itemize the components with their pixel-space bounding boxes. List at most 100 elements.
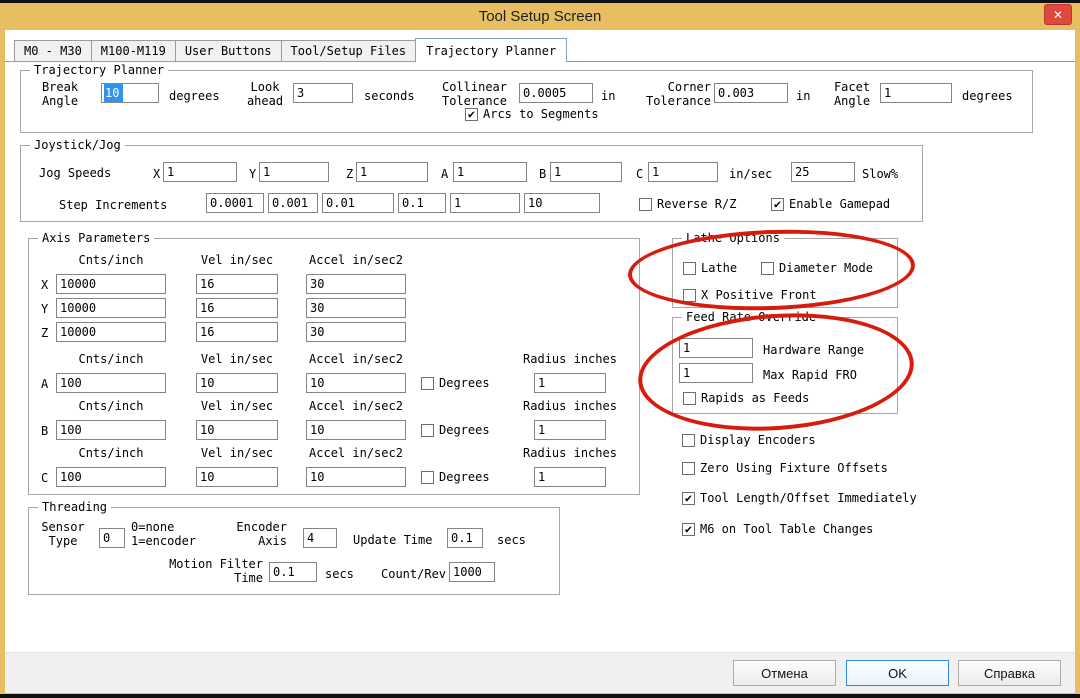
degrees-checkbox-c[interactable]: Degrees — [421, 470, 490, 484]
titlebar[interactable]: Tool Setup Screen — [0, 3, 1080, 30]
axis-c-label: C — [41, 471, 49, 485]
rapids-as-feeds-checkbox[interactable]: Rapids as Feeds — [683, 391, 809, 405]
axis-z-vel-input[interactable] — [196, 322, 278, 342]
jog-speed-z-input[interactable] — [356, 162, 428, 182]
vel-header: Vel in/sec — [200, 253, 274, 267]
axis-z-accel-input[interactable] — [306, 322, 406, 342]
m6-on-tool-table-changes-checkbox[interactable]: M6 on Tool Table Changes — [682, 522, 873, 536]
axis-x-vel-input[interactable] — [196, 274, 278, 294]
count-rev-input[interactable] — [449, 562, 495, 582]
axis-a-vel-input[interactable] — [196, 373, 278, 393]
lathe-options-group: Lathe Options Lathe Diameter Mode X Posi… — [672, 231, 898, 308]
lathe-checkbox[interactable]: Lathe — [683, 261, 737, 275]
footer-bar: Отмена OK Справка — [5, 652, 1075, 693]
jog-speed-y-input[interactable] — [259, 162, 329, 182]
axis-y-cnts-input[interactable] — [56, 298, 166, 318]
checkbox-box — [639, 197, 652, 211]
facet-angle-input[interactable] — [880, 83, 952, 103]
update-time-label: Update Time — [353, 533, 433, 547]
axis-a-label: A — [41, 377, 49, 391]
ok-button[interactable]: OK — [846, 660, 949, 686]
reverse-rz-checkbox[interactable]: Reverse R/Z — [639, 197, 736, 211]
axis-z-cnts-input[interactable] — [56, 322, 166, 342]
degrees-checkbox-a[interactable]: Degrees — [421, 376, 490, 390]
slow-percent-label: Slow% — [862, 167, 899, 181]
jog-speeds-unit: in/sec — [729, 167, 773, 181]
enable-gamepad-checkbox[interactable]: Enable Gamepad — [771, 197, 890, 211]
checkbox-label: Degrees — [439, 423, 490, 437]
accel-header: Accel in/sec2 — [309, 446, 403, 460]
group-title: Trajectory Planner — [30, 63, 169, 77]
update-time-input[interactable] — [447, 528, 483, 548]
axis-b-radius-input[interactable] — [534, 420, 606, 440]
x-positive-front-checkbox[interactable]: X Positive Front — [683, 288, 817, 302]
look-ahead-unit: seconds — [364, 89, 415, 103]
step-increment-3-input[interactable] — [322, 193, 394, 213]
axis-c-accel-input[interactable] — [306, 467, 406, 487]
jog-speed-x-input[interactable] — [163, 162, 237, 182]
help-button[interactable]: Справка — [958, 660, 1061, 686]
axis-a-accel-input[interactable] — [306, 373, 406, 393]
step-increment-1-input[interactable] — [206, 193, 264, 213]
axis-a-cnts-input[interactable] — [56, 373, 166, 393]
tab-m0-m30[interactable]: M0 - M30 — [14, 40, 92, 61]
max-rapid-fro-input[interactable] — [679, 363, 753, 383]
look-ahead-label: Look ahead — [246, 80, 284, 108]
motion-filter-time-input[interactable] — [269, 562, 317, 582]
slow-percent-input[interactable] — [791, 162, 855, 182]
axis-b-label: B — [41, 424, 49, 438]
jog-speed-a-input[interactable] — [453, 162, 527, 182]
axis-b-cnts-input[interactable] — [56, 420, 166, 440]
checkbox-box — [683, 261, 696, 275]
break-angle-input[interactable] — [101, 83, 159, 103]
axis-y-label: Y — [41, 302, 49, 316]
break-angle-unit: degrees — [169, 89, 220, 103]
checkbox-box — [761, 261, 774, 275]
tab-tool-setup-files[interactable]: Tool/Setup Files — [280, 40, 417, 61]
jog-axis-a-label: A — [441, 167, 449, 181]
hardware-range-input[interactable] — [679, 338, 753, 358]
window-title: Tool Setup Screen — [478, 8, 602, 25]
vel-header: Vel in/sec — [200, 399, 274, 413]
display-encoders-checkbox[interactable]: Display Encoders — [682, 433, 816, 447]
zero-using-fixture-offsets-checkbox[interactable]: Zero Using Fixture Offsets — [682, 461, 888, 475]
axis-c-cnts-input[interactable] — [56, 467, 166, 487]
axis-b-vel-input[interactable] — [196, 420, 278, 440]
jog-speed-b-input[interactable] — [550, 162, 622, 182]
tool-setup-window: Tool Setup Screen ✕ M0 - M30 M100-M119 U… — [0, 0, 1080, 698]
cnts-header: Cnts/inch — [78, 446, 144, 460]
diameter-mode-checkbox[interactable]: Diameter Mode — [761, 261, 873, 275]
accel-header: Accel in/sec2 — [309, 253, 403, 267]
look-ahead-input[interactable] — [293, 83, 353, 103]
tab-user-buttons[interactable]: User Buttons — [174, 40, 282, 61]
arcs-to-segments-checkbox[interactable]: Arcs to Segments — [465, 107, 599, 121]
axis-x-accel-input[interactable] — [306, 274, 406, 294]
tab-m100-m119[interactable]: M100-M119 — [90, 40, 176, 61]
collinear-tolerance-input[interactable] — [519, 83, 593, 103]
step-increment-5-input[interactable] — [450, 193, 520, 213]
max-rapid-fro-label: Max Rapid FRO — [763, 368, 857, 382]
axis-c-vel-input[interactable] — [196, 467, 278, 487]
tool-length-offset-immediately-checkbox[interactable]: Tool Length/Offset Immediately — [682, 491, 917, 505]
step-increment-4-input[interactable] — [398, 193, 446, 213]
axis-c-radius-input[interactable] — [534, 467, 606, 487]
axis-y-vel-input[interactable] — [196, 298, 278, 318]
tab-trajectory-planner[interactable]: Trajectory Planner — [415, 38, 568, 62]
axis-a-radius-input[interactable] — [534, 373, 606, 393]
axis-x-cnts-input[interactable] — [56, 274, 166, 294]
cancel-button[interactable]: Отмена — [733, 660, 836, 686]
encoder-axis-input[interactable] — [303, 528, 337, 548]
degrees-checkbox-b[interactable]: Degrees — [421, 423, 490, 437]
axis-b-accel-input[interactable] — [306, 420, 406, 440]
axis-y-accel-input[interactable] — [306, 298, 406, 318]
facet-angle-label: Facet Angle — [833, 80, 871, 108]
step-increment-6-input[interactable] — [524, 193, 600, 213]
step-increment-2-input[interactable] — [268, 193, 318, 213]
radius-header: Radius inches — [523, 399, 617, 413]
accel-header: Accel in/sec2 — [309, 399, 403, 413]
corner-tolerance-input[interactable] — [714, 83, 788, 103]
sensor-type-input[interactable] — [99, 528, 125, 548]
motion-filter-time-unit: secs — [325, 567, 354, 581]
jog-speed-c-input[interactable] — [648, 162, 718, 182]
close-button[interactable]: ✕ — [1044, 4, 1072, 25]
